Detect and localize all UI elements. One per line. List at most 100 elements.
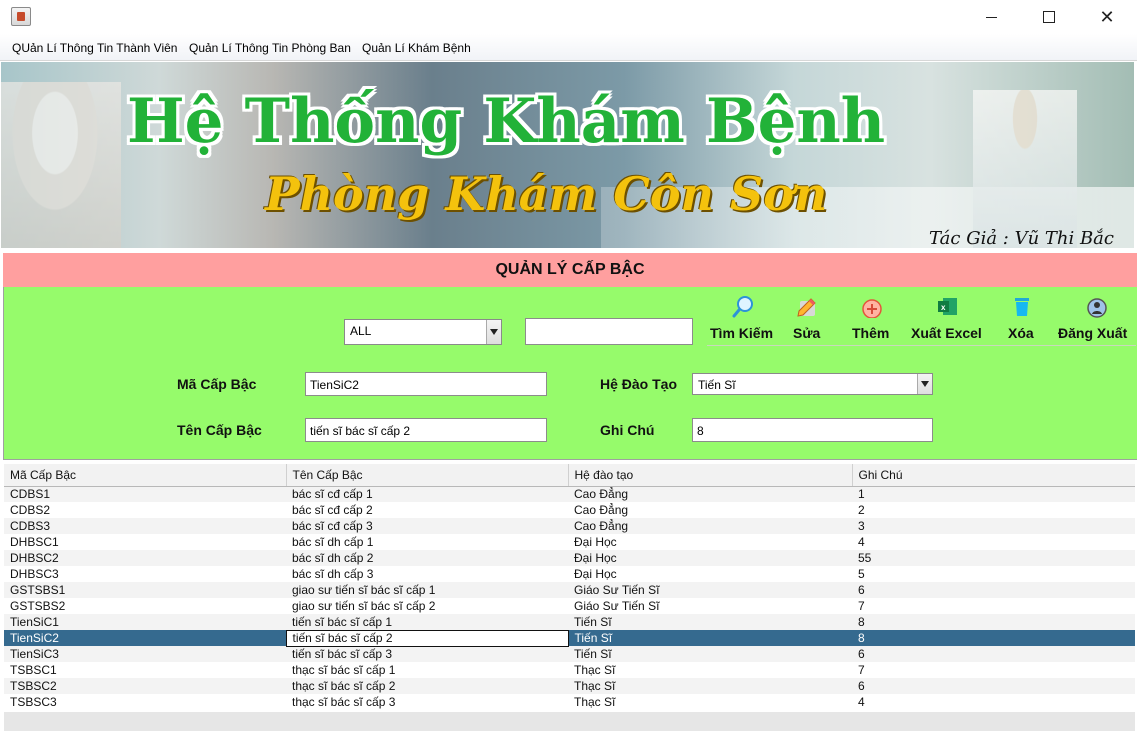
table-cell[interactable]: DHBSC2 <box>4 550 286 566</box>
table-cell[interactable]: 55 <box>852 550 1135 566</box>
table-row[interactable]: DHBSC2 bác sĩ dh cấp 2 Đại Học 55 <box>4 550 1135 566</box>
table-cell[interactable]: bác sĩ dh cấp 3 <box>286 566 568 582</box>
table-cell[interactable]: Thạc Sĩ <box>568 694 852 710</box>
table-cell[interactable]: 7 <box>852 662 1135 678</box>
table-cell[interactable]: Cao Đẳng <box>568 502 852 518</box>
delete-button[interactable]: Xóa <box>1007 294 1039 348</box>
table-row[interactable]: CDBS3 bác sĩ cđ cấp 3 Cao Đẳng 3 <box>4 518 1135 534</box>
table-row[interactable]: CDBS2 bác sĩ cđ cấp 2 Cao Đẳng 2 <box>4 502 1135 518</box>
table-row[interactable]: TienSiC1 tiến sĩ bác sĩ cấp 1 Tiến Sĩ 8 <box>4 614 1135 630</box>
column-header-he-dao-tao[interactable]: Hệ đào tạo <box>568 464 853 487</box>
table-cell[interactable]: TSBSC3 <box>4 694 286 710</box>
table-row[interactable]: TSBSC2 thạc sĩ bác sĩ cấp 2 Thạc Sĩ 6 <box>4 678 1135 694</box>
search-input[interactable] <box>525 318 693 345</box>
table-cell[interactable]: 1 <box>852 486 1135 502</box>
table-cell[interactable]: TSBSC2 <box>4 678 286 694</box>
table-row[interactable]: DHBSC3 bác sĩ dh cấp 3 Đại Học 5 <box>4 566 1135 582</box>
table-cell[interactable]: bác sĩ cđ cấp 2 <box>286 502 568 518</box>
filter-select-value: ALL <box>350 324 372 338</box>
column-header-ma-cap-bac[interactable]: Mã Cấp Bậc <box>4 464 287 487</box>
table-cell[interactable]: 4 <box>852 694 1135 710</box>
table-cell[interactable]: Giáo Sư Tiến Sĩ <box>568 598 852 614</box>
table-cell[interactable]: tiến sĩ bác sĩ cấp 2 <box>285 629 569 647</box>
table-cell[interactable]: Tiến Sĩ <box>568 646 852 662</box>
table-cell[interactable]: giao sư tiến sĩ bác sĩ cấp 1 <box>286 582 568 598</box>
table-cell[interactable]: CDBS2 <box>4 502 286 518</box>
table-cell[interactable]: 5 <box>852 566 1135 582</box>
menu-departments[interactable]: Quản Lí Thông Tin Phòng Ban <box>189 41 351 55</box>
window-title-bar: ✕ <box>0 0 1137 34</box>
table-cell[interactable]: bác sĩ dh cấp 1 <box>286 534 568 550</box>
chevron-down-icon[interactable] <box>917 374 932 394</box>
table-row[interactable]: TSBSC1 thạc sĩ bác sĩ cấp 1 Thạc Sĩ 7 <box>4 662 1135 678</box>
table-cell[interactable]: TienSiC3 <box>4 646 286 662</box>
table-cell[interactable]: GSTSBS1 <box>4 582 286 598</box>
table-cell[interactable]: tiến sĩ bác sĩ cấp 1 <box>286 614 568 630</box>
table-cell[interactable]: Tiến Sĩ <box>568 614 852 630</box>
table-cell[interactable]: TienSiC2 <box>4 630 286 646</box>
table-cell[interactable]: bác sĩ cđ cấp 3 <box>286 518 568 534</box>
table-cell[interactable]: 8 <box>852 614 1135 630</box>
table-row[interactable]: TienSiC3 tiến sĩ bác sĩ cấp 3 Tiến Sĩ 6 <box>4 646 1135 662</box>
table-row[interactable]: TienSiC2 tiến sĩ bác sĩ cấp 2 Tiến Sĩ 8 <box>4 629 1135 647</box>
table-cell[interactable]: 6 <box>852 678 1135 694</box>
column-header-ten-cap-bac[interactable]: Tên Cấp Bậc <box>286 464 569 487</box>
table-cell[interactable]: Thạc Sĩ <box>568 662 852 678</box>
table-cell[interactable]: Cao Đẳng <box>568 486 852 502</box>
table-cell[interactable]: Giáo Sư Tiến Sĩ <box>568 582 852 598</box>
table-cell[interactable]: CDBS1 <box>4 486 286 502</box>
ma-cap-bac-input[interactable]: TienSiC2 <box>305 372 547 396</box>
filter-select[interactable]: ALL <box>344 319 502 345</box>
he-dao-tao-select[interactable]: Tiến Sĩ <box>692 373 933 395</box>
table-cell[interactable]: thạc sĩ bác sĩ cấp 1 <box>286 662 568 678</box>
table-cell[interactable]: 2 <box>852 502 1135 518</box>
table-cell[interactable]: Thạc Sĩ <box>568 678 852 694</box>
table-cell[interactable]: TienSiC1 <box>4 614 286 630</box>
table-cell[interactable]: Tiến Sĩ <box>568 630 852 646</box>
table-cell[interactable]: bác sĩ dh cấp 2 <box>286 550 568 566</box>
table-row[interactable]: GSTSBS2 giao sư tiến sĩ bác sĩ cấp 2 Giáo … <box>4 598 1135 614</box>
doctor-photo <box>1 82 121 248</box>
cap-bac-grid: Mã Cấp Bậc Tên Cấp Bậc Hệ đào tạo Ghi Ch… <box>4 464 1135 710</box>
add-button[interactable]: Thêm <box>851 294 895 348</box>
table-cell[interactable]: Cao Đẳng <box>568 518 852 534</box>
table-row[interactable]: DHBSC1 bác sĩ dh cấp 1 Đại Học 4 <box>4 534 1135 550</box>
table-cell[interactable]: 6 <box>852 582 1135 598</box>
table-cell[interactable]: Đại Học <box>568 534 852 550</box>
close-button[interactable]: ✕ <box>1078 0 1136 34</box>
table-cell[interactable]: 6 <box>852 646 1135 662</box>
table-cell[interactable]: tiến sĩ bác sĩ cấp 3 <box>286 646 568 662</box>
logout-button[interactable]: Đăng Xuất <box>1058 294 1136 348</box>
maximize-button[interactable] <box>1020 0 1078 34</box>
table-row[interactable]: TSBSC3 thạc sĩ bác sĩ cấp 3 Thạc Sĩ 4 <box>4 694 1135 710</box>
table-cell[interactable]: thạc sĩ bác sĩ cấp 3 <box>286 694 568 710</box>
search-button[interactable]: Tìm Kiếm <box>710 294 778 348</box>
table-cell[interactable]: DHBSC3 <box>4 566 286 582</box>
table-cell[interactable]: CDBS3 <box>4 518 286 534</box>
table-cell[interactable]: 4 <box>852 534 1135 550</box>
menu-examination[interactable]: Quản Lí Khám Bệnh <box>362 41 471 55</box>
table-cell[interactable]: bác sĩ cđ cấp 1 <box>286 486 568 502</box>
table-cell[interactable]: 7 <box>852 598 1135 614</box>
table-cell[interactable]: thạc sĩ bác sĩ cấp 2 <box>286 678 568 694</box>
table-cell[interactable]: Đại Học <box>568 566 852 582</box>
ten-cap-bac-input[interactable]: tiến sĩ bác sĩ cấp 2 <box>305 418 547 442</box>
export-excel-button[interactable]: x Xuất Excel <box>911 294 987 348</box>
column-header-ghi-chu[interactable]: Ghi Chú <box>852 464 1135 487</box>
ten-cap-bac-label: Tên Cấp Bậc <box>177 422 262 438</box>
chevron-down-icon[interactable] <box>486 320 501 344</box>
table-row[interactable]: GSTSBS1 giao sư tiến sĩ bác sĩ cấp 1 Giáo … <box>4 582 1135 598</box>
table-cell[interactable]: DHBSC1 <box>4 534 286 550</box>
table-cell[interactable]: Đại Học <box>568 550 852 566</box>
minimize-button[interactable] <box>962 0 1020 34</box>
ghi-chu-input[interactable]: 8 <box>692 418 933 442</box>
table-cell[interactable]: TSBSC1 <box>4 662 286 678</box>
add-icon <box>862 299 882 318</box>
table-cell[interactable]: 8 <box>852 630 1135 646</box>
table-cell[interactable]: GSTSBS2 <box>4 598 286 614</box>
table-row[interactable]: CDBS1 bác sĩ cđ cấp 1 Cao Đẳng 1 <box>4 486 1135 502</box>
edit-button[interactable]: Sửa <box>792 294 826 348</box>
menu-members[interactable]: QUản Lí Thông Tin Thành Viên <box>12 41 177 55</box>
table-cell[interactable]: 3 <box>852 518 1135 534</box>
table-cell[interactable]: giao sư tiến sĩ bác sĩ cấp 2 <box>286 598 568 614</box>
